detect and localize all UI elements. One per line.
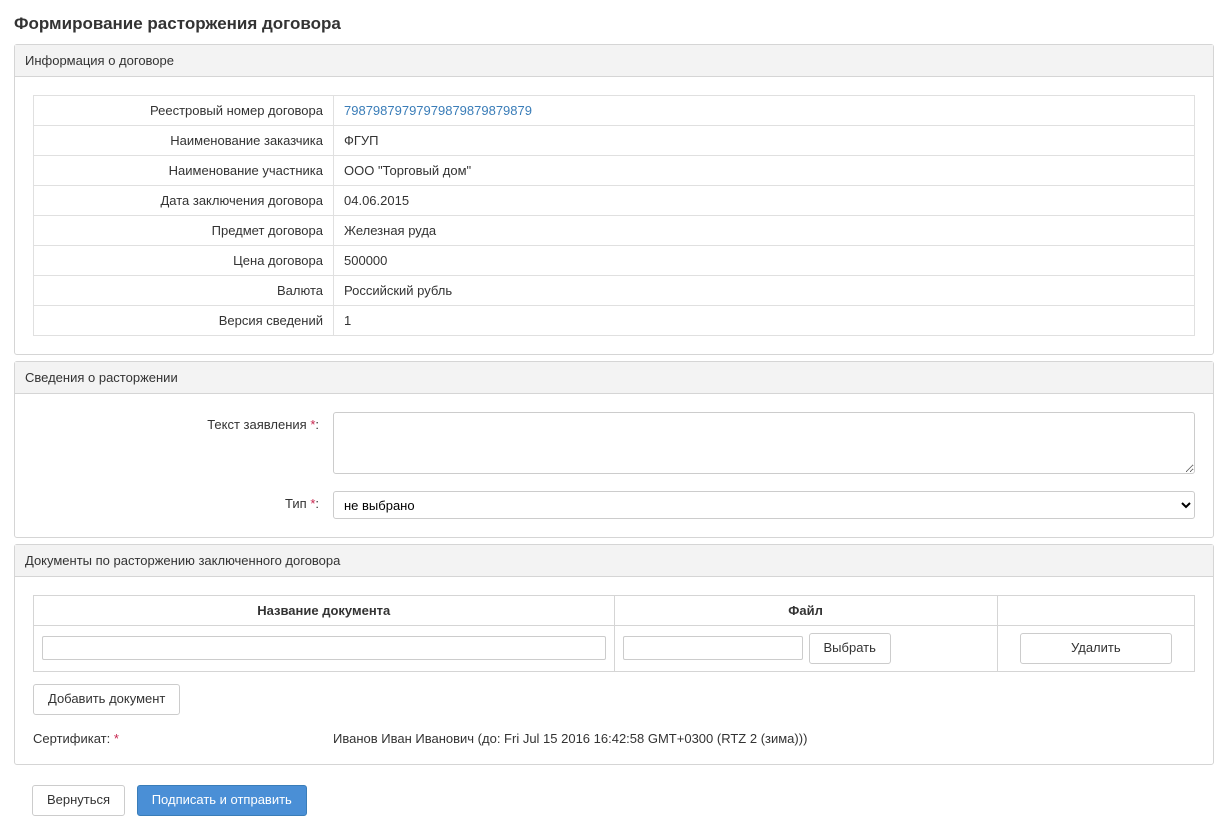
- row-price: Цена договора 500000: [34, 246, 1195, 276]
- contract-info-table: Реестровый номер договора 79879879797979…: [33, 95, 1195, 336]
- row-registry-number: Реестровый номер договора 79879879797979…: [34, 96, 1195, 126]
- page-title: Формирование расторжения договора: [14, 14, 1214, 34]
- certificate-label: Сертификат: *: [33, 731, 333, 746]
- contract-info-panel: Информация о договоре Реестровый номер д…: [14, 44, 1214, 355]
- documents-header: Документы по расторжению заключенного до…: [15, 545, 1213, 577]
- col-doc-actions: [997, 596, 1194, 626]
- row-version: Версия сведений 1: [34, 306, 1195, 336]
- termination-panel: Сведения о расторжении Текст заявления *…: [14, 361, 1214, 538]
- add-document-button[interactable]: Добавить документ: [33, 684, 180, 715]
- label-date: Дата заключения договора: [34, 186, 334, 216]
- doc-name-input[interactable]: [42, 636, 606, 660]
- value-date: 04.06.2015: [334, 186, 1195, 216]
- document-row: Выбрать Удалить: [34, 626, 1195, 672]
- label-subject: Предмет договора: [34, 216, 334, 246]
- value-price: 500000: [334, 246, 1195, 276]
- footer-buttons: Вернуться Подписать и отправить: [14, 781, 1214, 830]
- label-currency: Валюта: [34, 276, 334, 306]
- value-participant: ООО "Торговый дом": [334, 156, 1195, 186]
- row-participant-name: Наименование участника ООО "Торговый дом…: [34, 156, 1195, 186]
- row-customer-name: Наименование заказчика ФГУП: [34, 126, 1195, 156]
- label-customer: Наименование заказчика: [34, 126, 334, 156]
- value-currency: Российский рубль: [334, 276, 1195, 306]
- col-doc-file: Файл: [614, 596, 997, 626]
- row-conclusion-date: Дата заключения договора 04.06.2015: [34, 186, 1195, 216]
- statement-label: Текст заявления *:: [33, 412, 333, 432]
- value-customer: ФГУП: [334, 126, 1195, 156]
- certificate-value: Иванов Иван Иванович (до: Fri Jul 15 201…: [333, 731, 1195, 746]
- documents-panel: Документы по расторжению заключенного до…: [14, 544, 1214, 765]
- choose-file-button[interactable]: Выбрать: [809, 633, 891, 664]
- value-subject: Железная руда: [334, 216, 1195, 246]
- type-select[interactable]: не выбрано: [333, 491, 1195, 519]
- back-button[interactable]: Вернуться: [32, 785, 125, 816]
- documents-table: Название документа Файл Выбрать Удалить: [33, 595, 1195, 672]
- termination-header: Сведения о расторжении: [15, 362, 1213, 394]
- delete-doc-button[interactable]: Удалить: [1020, 633, 1172, 664]
- row-currency: Валюта Российский рубль: [34, 276, 1195, 306]
- label-registry-number: Реестровый номер договора: [34, 96, 334, 126]
- label-version: Версия сведений: [34, 306, 334, 336]
- row-subject: Предмет договора Железная руда: [34, 216, 1195, 246]
- label-price: Цена договора: [34, 246, 334, 276]
- col-doc-name: Название документа: [34, 596, 615, 626]
- statement-textarea[interactable]: [333, 412, 1195, 474]
- value-version: 1: [334, 306, 1195, 336]
- label-participant: Наименование участника: [34, 156, 334, 186]
- contract-info-header: Информация о договоре: [15, 45, 1213, 77]
- type-label: Тип *:: [33, 491, 333, 511]
- sign-submit-button[interactable]: Подписать и отправить: [137, 785, 307, 816]
- registry-number-link[interactable]: 798798797979798798798798​79: [344, 103, 532, 118]
- doc-file-input[interactable]: [623, 636, 803, 660]
